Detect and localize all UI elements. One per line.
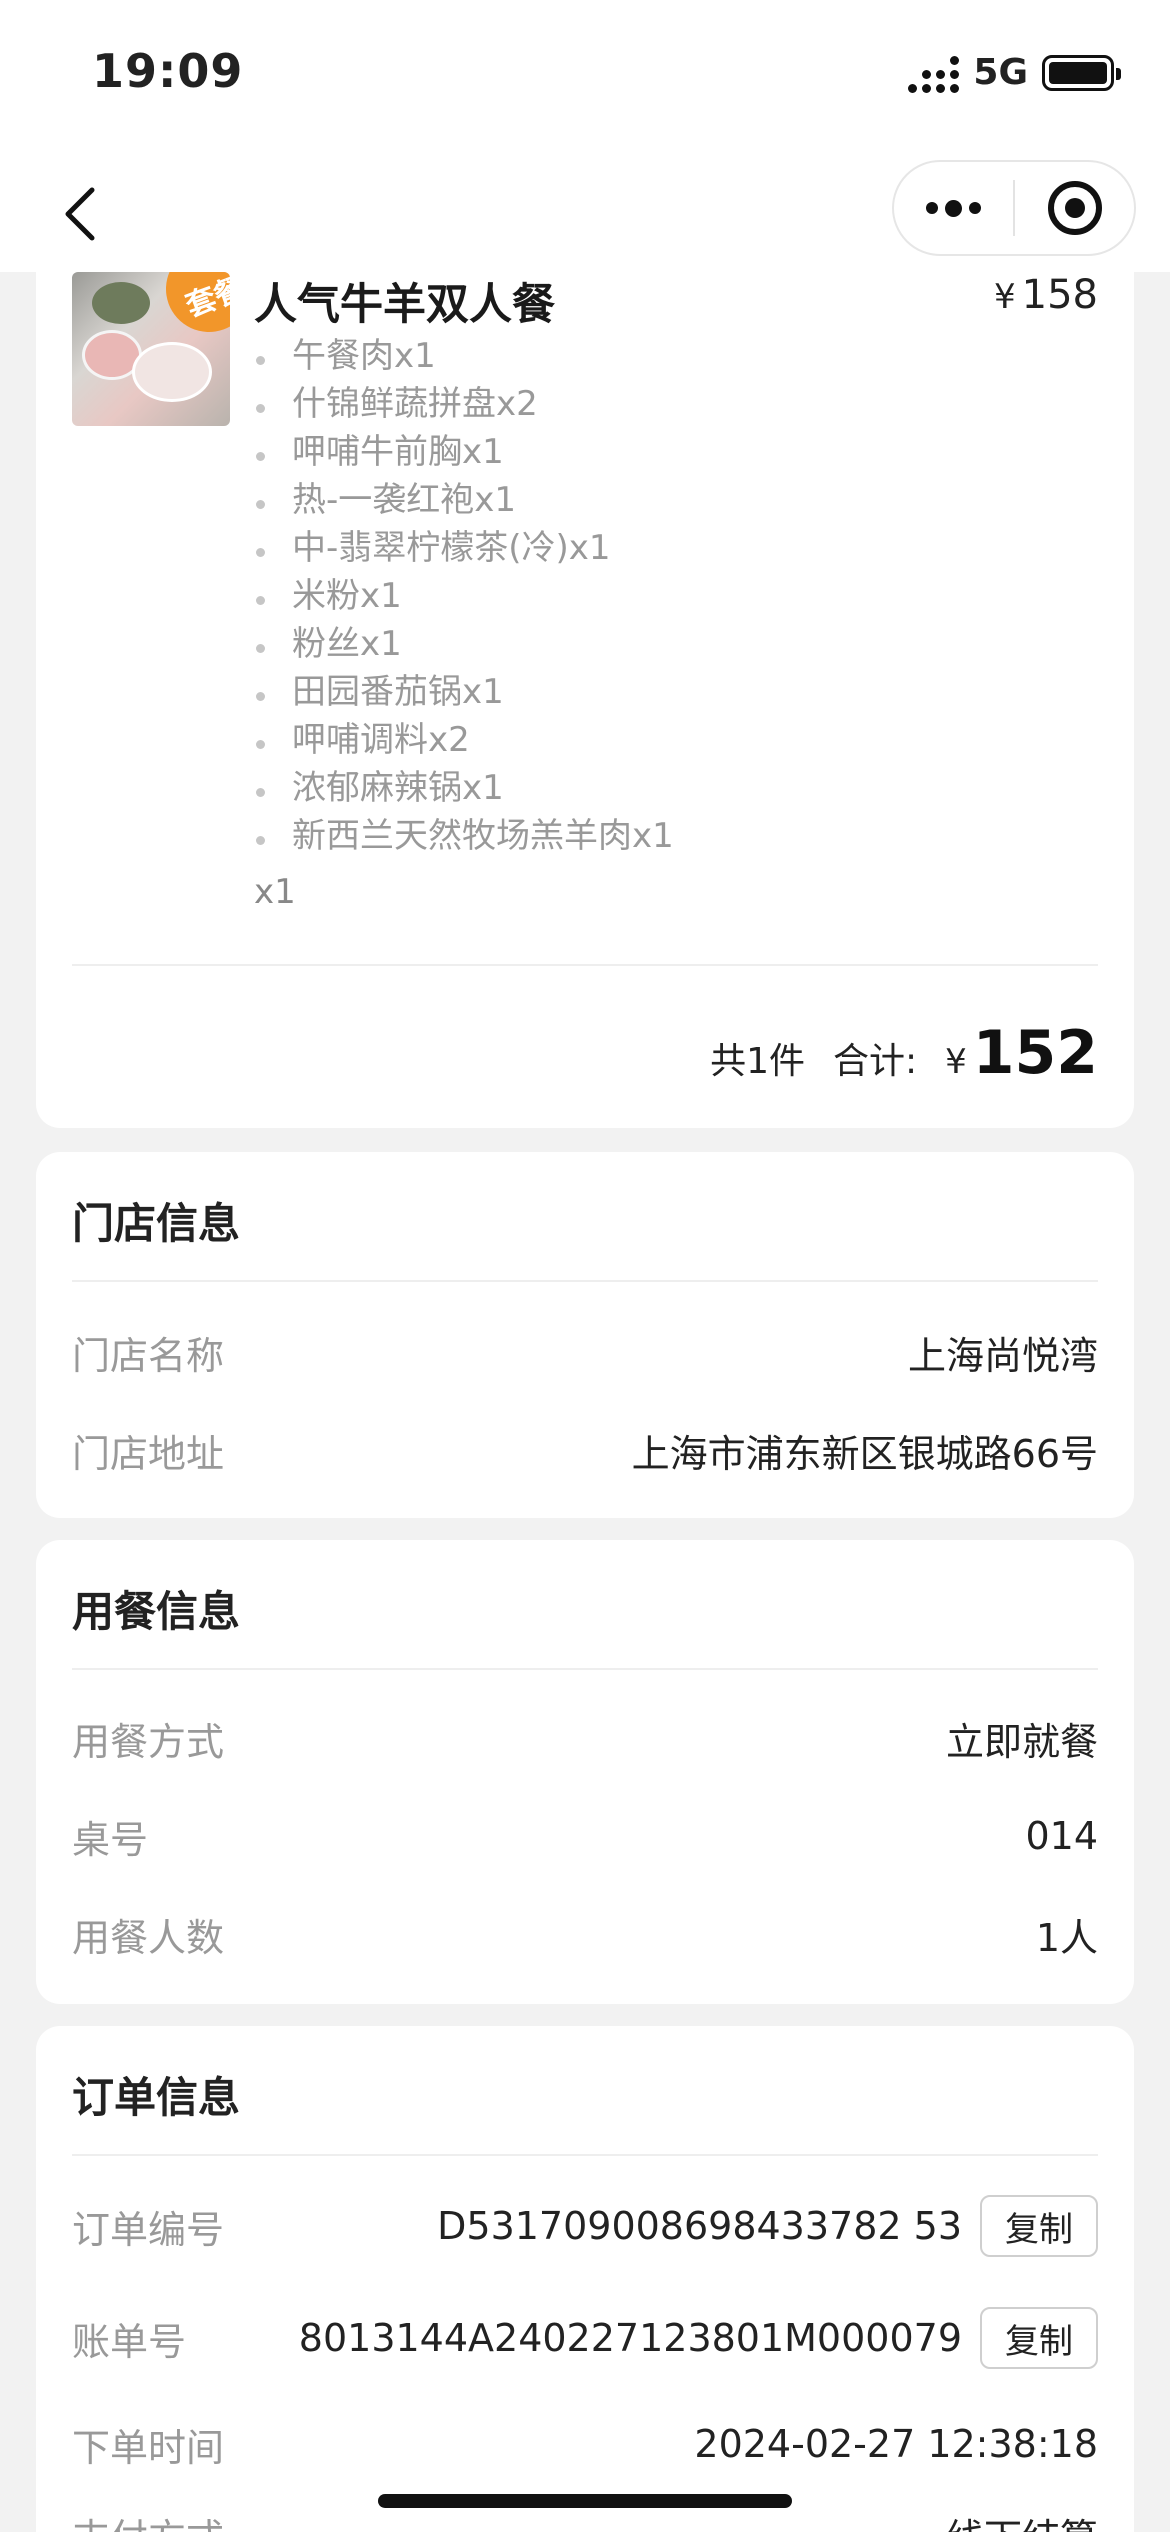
status-time: 19:09: [92, 44, 244, 98]
divider: [72, 964, 1098, 966]
order-number: D531709008698433782 53: [437, 2204, 962, 2248]
order-time-row: 下单时间 2024-02-27 12:38:18: [72, 2414, 1098, 2474]
product-quantity: x1: [254, 872, 296, 912]
product-name: 人气牛羊双人餐: [254, 280, 555, 330]
list-item: 呷哺牛前胸x1: [254, 428, 674, 476]
store-info-card: 门店信息 门店名称 上海尚悦湾 门店地址 上海市浦东新区银城路66号: [36, 1152, 1134, 1518]
dining-mode-row: 用餐方式 立即就餐: [72, 1708, 1098, 1768]
row-label: 账单号: [72, 2319, 187, 2364]
status-icons: 5G: [908, 52, 1121, 93]
close-mini-program-button[interactable]: [1015, 162, 1134, 254]
row-label: 订单编号: [72, 2207, 225, 2252]
network-type: 5G: [973, 52, 1028, 93]
row-label: 下单时间: [72, 2425, 225, 2470]
total-amount: ¥152: [945, 1018, 1098, 1088]
item-count: 共1件: [710, 1041, 805, 1082]
row-label: 支付方式: [72, 2507, 224, 2532]
list-item: 新西兰天然牧场羔羊肉x1: [254, 812, 674, 860]
list-item: 呷哺调料x2: [254, 716, 674, 764]
order-total: 共1件 合计: ¥152: [710, 1018, 1098, 1088]
store-name-row: 门店名称 上海尚悦湾: [72, 1322, 1098, 1382]
store-address-row: 门店地址 上海市浦东新区银城路66号: [72, 1420, 1098, 1480]
more-button[interactable]: [894, 162, 1013, 254]
row-label: 桌号: [72, 1817, 149, 1862]
mini-program-capsule: [892, 160, 1136, 256]
order-number-row: 订单编号 D531709008698433782 53 复制: [72, 2195, 1098, 2257]
product-items-list: 午餐肉x1 什锦鲜蔬拼盘x2 呷哺牛前胸x1 热-一袭红袍x1 中-翡翠柠檬茶(…: [254, 332, 674, 860]
list-item: 热-一袭红袍x1: [254, 476, 674, 524]
chevron-left-icon: [65, 187, 95, 241]
order-detail-page: 19:09 5G 套餐 人气牛羊双人餐 ¥ 158 午餐肉x1 什锦鲜蔬拼盘x2…: [0, 0, 1170, 2532]
row-label: 用餐人数: [72, 1915, 225, 1960]
row-value: 1人: [1035, 1915, 1098, 1960]
guest-count-row: 用餐人数 1人: [72, 1904, 1098, 1964]
bill-number: 8013144A240227123801M000079: [298, 2316, 962, 2360]
divider: [72, 1280, 1098, 1282]
list-item: 中-翡翠柠檬茶(冷)x1: [254, 524, 674, 572]
signal-icon: [908, 53, 960, 93]
more-dots-icon: [926, 199, 981, 217]
copy-order-number-button[interactable]: 复制: [980, 2195, 1098, 2257]
status-bar: 19:09 5G: [0, 0, 1170, 150]
product-image: 套餐: [72, 272, 230, 426]
row-value: 立即就餐: [945, 1719, 1098, 1764]
divider: [72, 1668, 1098, 1670]
row-value: 上海尚悦湾: [907, 1333, 1098, 1378]
list-item: 什锦鲜蔬拼盘x2: [254, 380, 674, 428]
row-value: 014: [1025, 1814, 1098, 1858]
total-label: 合计:: [832, 1041, 918, 1082]
payment-method-row: 支付方式 线下结算: [72, 2504, 1098, 2532]
dining-info-title: 用餐信息: [72, 1587, 241, 1636]
home-indicator: [378, 2494, 792, 2508]
copy-bill-number-button[interactable]: 复制: [980, 2307, 1098, 2369]
product-price: ¥158: [994, 272, 1098, 318]
target-icon: [1047, 181, 1102, 235]
nav-bar: [0, 150, 1170, 272]
back-button[interactable]: [40, 174, 120, 254]
row-label: 门店地址: [72, 1431, 225, 1476]
divider: [72, 2154, 1098, 2156]
row-label: 门店名称: [72, 1333, 225, 1378]
set-meal-badge: 套餐: [153, 272, 230, 345]
order-info-title: 订单信息: [72, 2073, 241, 2122]
row-value: 上海市浦东新区银城路66号: [631, 1431, 1098, 1476]
row-label: 用餐方式: [72, 1719, 225, 1764]
table-number-row: 桌号 014: [72, 1806, 1098, 1866]
row-value: D531709008698433782 53 复制: [437, 2195, 1098, 2257]
dining-info-card: 用餐信息 用餐方式 立即就餐 桌号 014 用餐人数 1人: [36, 1540, 1134, 2004]
row-value: 线下结算: [946, 2507, 1098, 2532]
product-card: 套餐 人气牛羊双人餐 ¥158 午餐肉x1 什锦鲜蔬拼盘x2 呷哺牛前胸x1 热…: [36, 272, 1134, 1128]
list-item: 午餐肉x1: [254, 332, 674, 380]
list-item: 田园番茄锅x1: [254, 668, 674, 716]
row-value: 2024-02-27 12:38:18: [694, 2422, 1098, 2466]
bill-number-row: 账单号 8013144A240227123801M000079 复制: [72, 2307, 1098, 2369]
row-value: 8013144A240227123801M000079 复制: [299, 2307, 1098, 2369]
store-info-title: 门店信息: [72, 1199, 241, 1248]
list-item: 浓郁麻辣锅x1: [254, 764, 674, 812]
list-item: 米粉x1: [254, 572, 674, 620]
order-info-card: 订单信息 订单编号 D531709008698433782 53 复制 账单号 …: [36, 2026, 1134, 2532]
battery-icon: [1042, 54, 1121, 91]
list-item: 粉丝x1: [254, 620, 674, 668]
